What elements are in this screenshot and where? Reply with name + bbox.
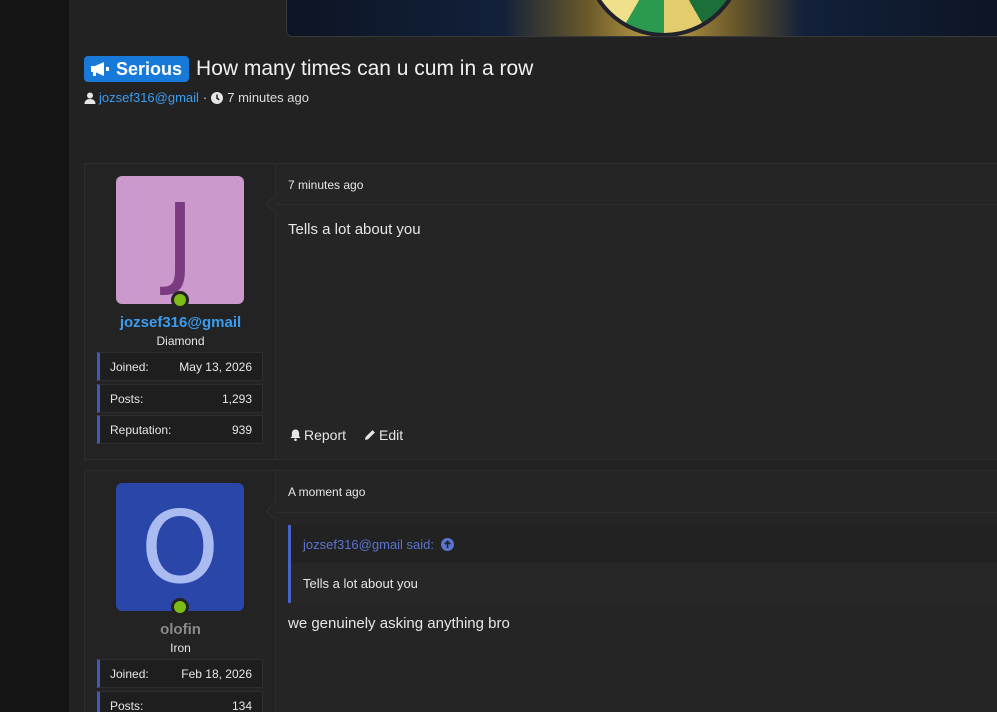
username-link[interactable]: olofin xyxy=(85,621,276,638)
post-divider xyxy=(276,512,997,513)
prefix-badge[interactable]: Serious xyxy=(84,56,190,82)
post-1: J jozsef316@gmail Diamond Joined: May 13… xyxy=(84,163,997,460)
stat-value: Feb 18, 2026 xyxy=(181,666,252,681)
stat-joined: Joined: Feb 18, 2026 xyxy=(97,659,263,688)
megaphone-icon xyxy=(91,62,109,76)
quote-author: jozsef316@gmail said: xyxy=(303,536,434,552)
thread-author-link[interactable]: jozsef316@gmail xyxy=(99,90,199,105)
stat-label: Reputation: xyxy=(110,422,172,437)
meta-separator: · xyxy=(202,90,208,105)
stat-value: May 13, 2026 xyxy=(179,359,252,374)
report-button[interactable]: Report xyxy=(290,427,346,443)
edit-button[interactable]: Edit xyxy=(364,427,403,443)
post-2: O olofin Iron Joined: Feb 18, 2026 Posts… xyxy=(84,470,997,712)
online-indicator xyxy=(171,291,189,309)
stat-label: Posts: xyxy=(110,698,144,712)
post-divider xyxy=(276,204,997,205)
clock-icon xyxy=(211,91,224,104)
avatar-letter: J xyxy=(165,181,195,299)
post-time[interactable]: 7 minutes ago xyxy=(288,178,363,192)
post-user-info: J jozsef316@gmail Diamond Joined: May 13… xyxy=(85,164,276,459)
prefix-label: Serious xyxy=(116,58,183,79)
post-body: Tells a lot about you xyxy=(288,221,421,238)
thread-banner-image xyxy=(286,0,997,37)
quote-header[interactable]: jozsef316@gmail said: xyxy=(291,525,997,563)
username-link[interactable]: jozsef316@gmail xyxy=(85,314,276,331)
avatar[interactable]: J xyxy=(116,176,244,304)
stat-posts: Posts: 1,293 xyxy=(97,384,263,413)
post-actions: Report Edit xyxy=(290,427,421,443)
thread-posted-time[interactable]: 7 minutes ago xyxy=(227,90,309,105)
thread-title: How many times can u cum in a row xyxy=(196,57,534,80)
online-indicator xyxy=(171,598,189,616)
stat-value: 1,293 xyxy=(221,391,252,406)
report-label: Report xyxy=(304,427,347,443)
avatar-letter: O xyxy=(140,488,220,606)
post-user-info: O olofin Iron Joined: Feb 18, 2026 Posts… xyxy=(85,471,276,712)
stat-value: 134 xyxy=(231,698,252,712)
left-sidebar xyxy=(0,0,69,712)
post-time[interactable]: A moment ago xyxy=(288,485,365,499)
post-body: we genuinely asking anything bro xyxy=(288,615,510,632)
wheel-graphic xyxy=(584,0,744,36)
edit-label: Edit xyxy=(379,427,404,443)
bell-icon xyxy=(290,429,301,441)
user-icon xyxy=(84,92,96,104)
user-rank: Iron xyxy=(170,641,191,655)
stat-value: 939 xyxy=(231,422,252,437)
stat-label: Joined: xyxy=(110,666,149,681)
stat-label: Joined: xyxy=(110,359,149,374)
avatar[interactable]: O xyxy=(116,483,244,611)
quote-block: jozsef316@gmail said: Tells a lot about … xyxy=(288,525,997,603)
stat-joined: Joined: May 13, 2026 xyxy=(97,352,263,381)
pencil-icon xyxy=(365,430,375,440)
stat-label: Posts: xyxy=(110,391,144,406)
quote-text: Tells a lot about you xyxy=(291,563,997,603)
stat-posts: Posts: 134 xyxy=(97,691,263,712)
stat-reputation: Reputation: 939 xyxy=(97,415,263,444)
thread-header: Serious How many times can u cum in a ro… xyxy=(84,55,533,105)
user-rank: Diamond xyxy=(156,334,205,348)
arrow-up-circle-icon[interactable] xyxy=(440,537,454,551)
